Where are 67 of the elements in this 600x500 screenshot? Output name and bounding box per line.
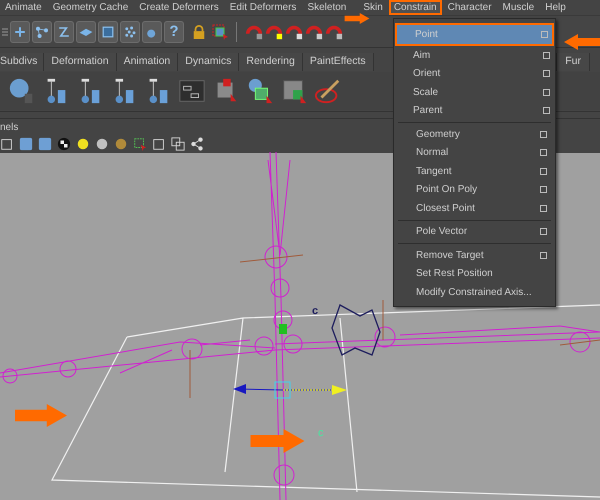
wireframe-cube-icon[interactable] [0, 137, 14, 151]
menu-bar-item[interactable]: Character [442, 0, 497, 15]
option-box-icon[interactable] [540, 149, 547, 156]
menu-item[interactable]: Scale [395, 83, 554, 102]
menu-bar-item[interactable]: Constrain [388, 0, 442, 15]
magnet-icon[interactable] [285, 22, 303, 40]
menu-item[interactable]: Point On Poly [398, 180, 551, 199]
menu-item[interactable]: Remove Target [398, 246, 551, 264]
plus-icon[interactable] [10, 20, 30, 42]
menu-item[interactable]: Geometry [398, 125, 551, 144]
option-box-icon[interactable] [540, 186, 547, 194]
menu-item[interactable]: Modify Constrained Axis... [398, 283, 551, 302]
viewport-label: c [318, 428, 324, 439]
joint-nodes-icon[interactable] [32, 20, 52, 42]
panels-menu[interactable]: nels [0, 123, 18, 133]
plane-icon[interactable] [76, 20, 96, 42]
lattice-icon[interactable] [98, 20, 118, 42]
option-box-icon[interactable] [543, 52, 550, 59]
shaded-cube-icon[interactable] [38, 137, 52, 151]
toolbar-handle-icon[interactable] [2, 26, 8, 36]
menu-item[interactable]: Aim [395, 46, 554, 64]
magnet-icon[interactable] [305, 22, 323, 40]
menu-bar-item[interactable]: Geometry Cache [48, 0, 134, 15]
menu-item[interactable]: Set Rest Position [398, 264, 551, 283]
menu-item[interactable]: Orient [395, 64, 554, 83]
shelf-tab[interactable]: Animation [116, 53, 178, 71]
menu-item[interactable]: Pole Vector [398, 222, 551, 241]
sphere-icon[interactable] [95, 137, 109, 151]
shaded-cube-icon[interactable] [19, 137, 33, 151]
checker-icon[interactable] [57, 137, 71, 151]
wireframe-cube-icon[interactable] [152, 137, 166, 151]
magnet-icon[interactable] [325, 22, 343, 40]
option-box-icon[interactable] [540, 130, 547, 138]
magnet-icon[interactable] [265, 22, 283, 40]
paint-brush-icon[interactable] [314, 77, 342, 105]
menu-item[interactable]: Tangent [398, 162, 551, 180]
select-icon[interactable] [133, 137, 147, 151]
menu-bar-item[interactable]: Help [540, 0, 571, 15]
select-box-icon[interactable] [212, 24, 228, 40]
option-box-icon[interactable] [540, 204, 547, 212]
option-box-icon[interactable] [543, 70, 550, 78]
dots-icon[interactable] [120, 20, 140, 42]
shelf-tab[interactable]: Subdivs [0, 53, 44, 71]
share-nodes-icon[interactable] [190, 137, 204, 151]
menu-bar-item[interactable]: Animate [0, 0, 47, 15]
help-button[interactable]: ? [164, 20, 184, 42]
option-box-icon[interactable] [540, 228, 547, 236]
menu-bar-item[interactable]: Muscle [498, 0, 540, 15]
option-box-icon[interactable] [540, 168, 547, 175]
menu-bar-item[interactable]: Create Deformers [134, 0, 224, 15]
annotation-arrow-icon [15, 403, 67, 428]
menu-item[interactable]: Parent [395, 102, 554, 120]
padlock-icon[interactable] [192, 24, 206, 40]
option-box-icon[interactable] [543, 107, 550, 114]
annotation-arrow-icon [564, 34, 600, 50]
shelf-tab[interactable]: Fur [556, 53, 590, 71]
menu-bar-item[interactable]: Skeleton [302, 0, 352, 15]
menu-bar-item[interactable]: Skin [358, 0, 388, 15]
sphere-cube-icon[interactable] [246, 77, 274, 105]
menu-item[interactable]: Closest Point [398, 199, 551, 218]
overlap-squares-icon[interactable] [171, 137, 185, 151]
material-sphere-icon[interactable] [114, 137, 128, 151]
option-box-icon[interactable] [540, 252, 547, 259]
menu-bar-item[interactable]: Edit Deformers [224, 0, 302, 15]
viewport-label: c [312, 306, 318, 317]
option-box-icon[interactable] [543, 88, 550, 96]
menu-item[interactable]: Normal [398, 144, 551, 162]
